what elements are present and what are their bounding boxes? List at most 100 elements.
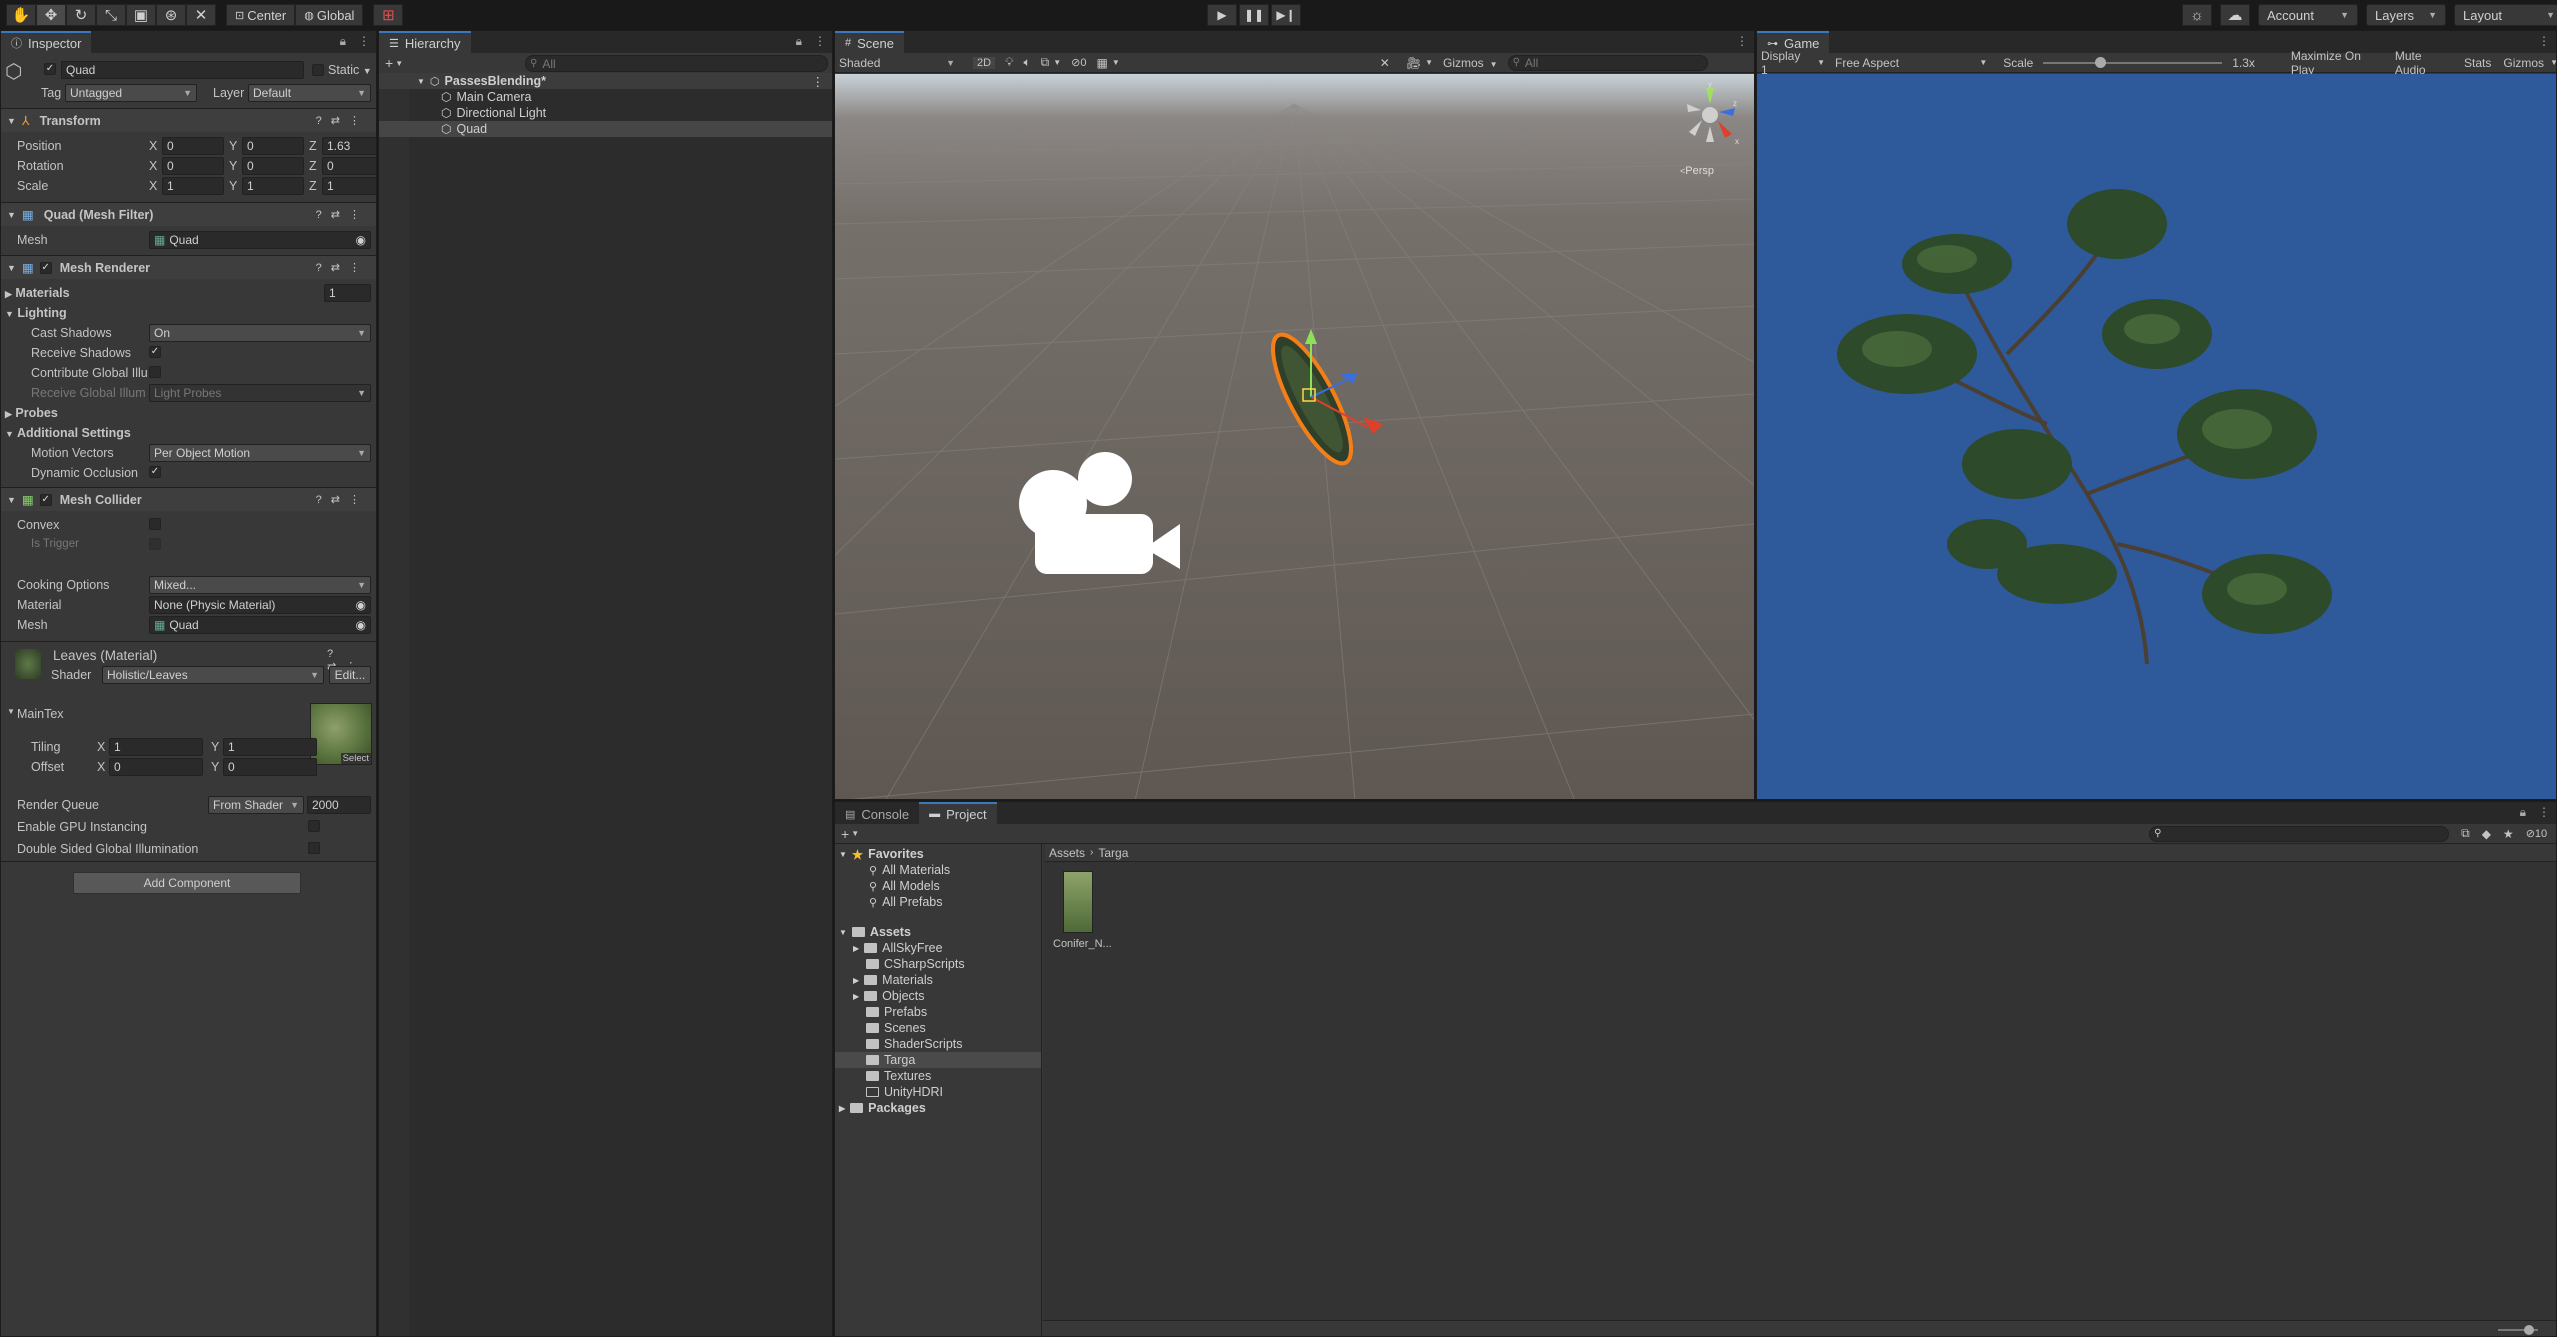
chevron-down-icon[interactable]: ▼	[1053, 58, 1061, 67]
rect-tool-icon[interactable]: ▣	[126, 4, 156, 26]
hidden-objects-toggle[interactable]: ⊘0	[1071, 56, 1086, 69]
folder-item[interactable]: ▶ Objects	[853, 988, 925, 1004]
component-menu-icons[interactable]: ?⇄⋮	[316, 208, 369, 221]
breadcrumb-item[interactable]: Assets	[1049, 846, 1085, 860]
hierarchy-search-input[interactable]: ⚲ All	[525, 55, 828, 72]
tab-console[interactable]: ▤ Console	[835, 802, 920, 824]
folder-item[interactable]: Textures	[866, 1068, 931, 1084]
lock-icon[interactable]: 🔒︎	[2520, 805, 2526, 820]
static-dropdown[interactable]: Static ▼	[328, 63, 372, 77]
create-button[interactable]: + ▼	[841, 826, 859, 842]
folder-item[interactable]: ShaderScripts	[866, 1036, 963, 1052]
favorite-star-icon[interactable]: ★	[2503, 827, 2514, 841]
receive-shadows-checkbox[interactable]: ✓	[149, 346, 161, 358]
tools-icon[interactable]: ✕	[1380, 56, 1390, 70]
object-picker-icon[interactable]: ◉	[356, 233, 366, 247]
grid-snap-icon[interactable]: ⊞	[373, 4, 404, 26]
physic-material-field[interactable]: None (Physic Material) ◉	[149, 596, 371, 614]
folder-item[interactable]: ▶ AllSkyFree	[853, 940, 943, 956]
rotation-z-field[interactable]: 0	[322, 157, 376, 175]
more-icon[interactable]: ⋮	[2538, 805, 2550, 820]
offset-x-field[interactable]: 0	[109, 758, 203, 776]
shader-dropdown[interactable]: Holistic/Leaves ▼	[102, 666, 324, 684]
pivot-global-button[interactable]: ◍ Global	[295, 4, 364, 26]
cloud-icon[interactable]: ☁	[2220, 4, 2250, 26]
convex-checkbox[interactable]	[149, 518, 161, 530]
lock-icon[interactable]: 🔒︎	[796, 34, 802, 49]
shading-mode-dropdown[interactable]: Shaded ▼	[839, 56, 955, 70]
probes-foldout[interactable]: ▶ Probes	[5, 406, 58, 420]
icon-size-slider[interactable]	[2498, 1325, 2538, 1335]
position-z-field[interactable]: 1.63	[322, 137, 376, 155]
folder-item[interactable]: Scenes	[866, 1020, 926, 1036]
contribute-gi-checkbox[interactable]	[149, 366, 161, 378]
hand-tool-icon[interactable]: ✋	[6, 4, 36, 26]
lock-icon[interactable]: 🔒︎	[340, 34, 346, 49]
transform-header[interactable]: ▼ ⅄ Transform ?⇄⋮	[1, 108, 376, 132]
grid-toggle-icon[interactable]: ▦	[1097, 56, 1108, 70]
scale-z-field[interactable]: 1	[322, 177, 376, 195]
asset-label[interactable]: Conifer_N...	[1053, 938, 1112, 950]
maximize-on-play-toggle[interactable]: Maximize On Play	[2291, 49, 2383, 77]
hierarchy-item[interactable]: ⬡ Directional Light	[379, 105, 832, 121]
scale-y-field[interactable]: 1	[242, 177, 304, 195]
position-x-field[interactable]: 0	[162, 137, 224, 155]
layout-dropdown[interactable]: Layout ▼	[2454, 4, 2557, 26]
game-gizmos-dropdown[interactable]: Gizmos ▼	[2503, 56, 2556, 70]
stats-toggle[interactable]: Stats	[2464, 56, 2491, 70]
aspect-dropdown[interactable]: Free Aspect ▼	[1835, 56, 1987, 70]
hierarchy-item[interactable]: ⬡ Main Camera	[379, 89, 832, 105]
additional-settings-foldout[interactable]: ▼ Additional Settings	[5, 426, 131, 440]
mesh-field[interactable]: ▦ Quad ◉	[149, 231, 371, 249]
audio-toggle-icon[interactable]: 🔈︎	[1023, 55, 1030, 70]
object-picker-icon[interactable]: ◉	[356, 618, 366, 632]
folder-item[interactable]: Prefabs	[866, 1004, 927, 1020]
scene-search-input[interactable]: ⚲ All	[1507, 54, 1708, 71]
icon-size-slider-thumb[interactable]	[2524, 1325, 2534, 1335]
render-queue-mode-dropdown[interactable]: From Shader ▼	[208, 796, 304, 814]
lighting-foldout[interactable]: ▼ Lighting	[5, 306, 67, 320]
rotation-y-field[interactable]: 0	[242, 157, 304, 175]
projection-toggle[interactable]: <Persp	[1680, 165, 1714, 177]
transform-tool-icon[interactable]: ⊛	[156, 4, 186, 26]
hierarchy-scene-row[interactable]: ▼ ⬡ PassesBlending* ⋮	[379, 73, 832, 89]
scene-viewport[interactable]: y z x <Persp	[835, 74, 1754, 799]
render-queue-field[interactable]: 2000	[307, 796, 371, 814]
layers-dropdown[interactable]: Layers ▼	[2366, 4, 2446, 26]
tiling-y-field[interactable]: 1	[223, 738, 317, 756]
layer-dropdown[interactable]: Default ▼	[248, 84, 371, 102]
tab-inspector[interactable]: ⓘ Inspector	[1, 31, 92, 53]
rotate-tool-icon[interactable]: ↻	[66, 4, 96, 26]
static-checkbox[interactable]	[312, 64, 324, 76]
shader-edit-button[interactable]: Edit...	[329, 666, 371, 684]
mesh-collider-enabled-checkbox[interactable]: ✓	[39, 493, 52, 506]
more-icon[interactable]: ⋮	[1736, 34, 1748, 48]
lighting-toggle-icon[interactable]: 💡︎	[1005, 55, 1013, 70]
create-button[interactable]: + ▼	[385, 55, 403, 71]
object-name-field[interactable]: Quad	[61, 61, 304, 79]
cast-shadows-dropdown[interactable]: On ▼	[149, 324, 371, 342]
tab-hierarchy[interactable]: ☰ Hierarchy	[379, 31, 471, 53]
active-checkbox[interactable]: ✓	[44, 63, 56, 75]
motion-vectors-dropdown[interactable]: Per Object Motion ▼	[149, 444, 371, 462]
component-menu-icons[interactable]: ?⇄⋮	[316, 114, 369, 127]
scale-x-field[interactable]: 1	[162, 177, 224, 195]
more-icon[interactable]: ⋮	[2538, 34, 2550, 48]
maintex-thumbnail[interactable]: Select	[310, 703, 372, 765]
scale-tool-icon[interactable]: ⤡	[96, 4, 126, 26]
offset-y-field[interactable]: 0	[223, 758, 317, 776]
mute-audio-toggle[interactable]: Mute Audio	[2395, 49, 2452, 77]
mesh-filter-header[interactable]: ▼ ▦ Quad (Mesh Filter) ?⇄⋮	[1, 202, 376, 226]
account-dropdown[interactable]: Account ▼	[2258, 4, 2358, 26]
step-icon[interactable]: ▶❙	[1271, 4, 1301, 26]
double-sided-gi-checkbox[interactable]	[308, 842, 320, 854]
folder-item[interactable]: UnityHDRI	[866, 1084, 943, 1100]
gpu-instancing-checkbox[interactable]	[308, 820, 320, 832]
hidden-packages-toggle[interactable]: ⊘10	[2526, 827, 2547, 840]
rotation-x-field[interactable]: 0	[162, 157, 224, 175]
collab-icon[interactable]: ☼	[2182, 4, 2212, 26]
foldout-icon[interactable]: ▼	[7, 707, 15, 716]
component-menu-icons[interactable]: ?⇄⋮	[316, 493, 369, 506]
orientation-gizmo[interactable]: y z x	[1677, 80, 1743, 148]
materials-count-field[interactable]: 1	[324, 284, 371, 302]
